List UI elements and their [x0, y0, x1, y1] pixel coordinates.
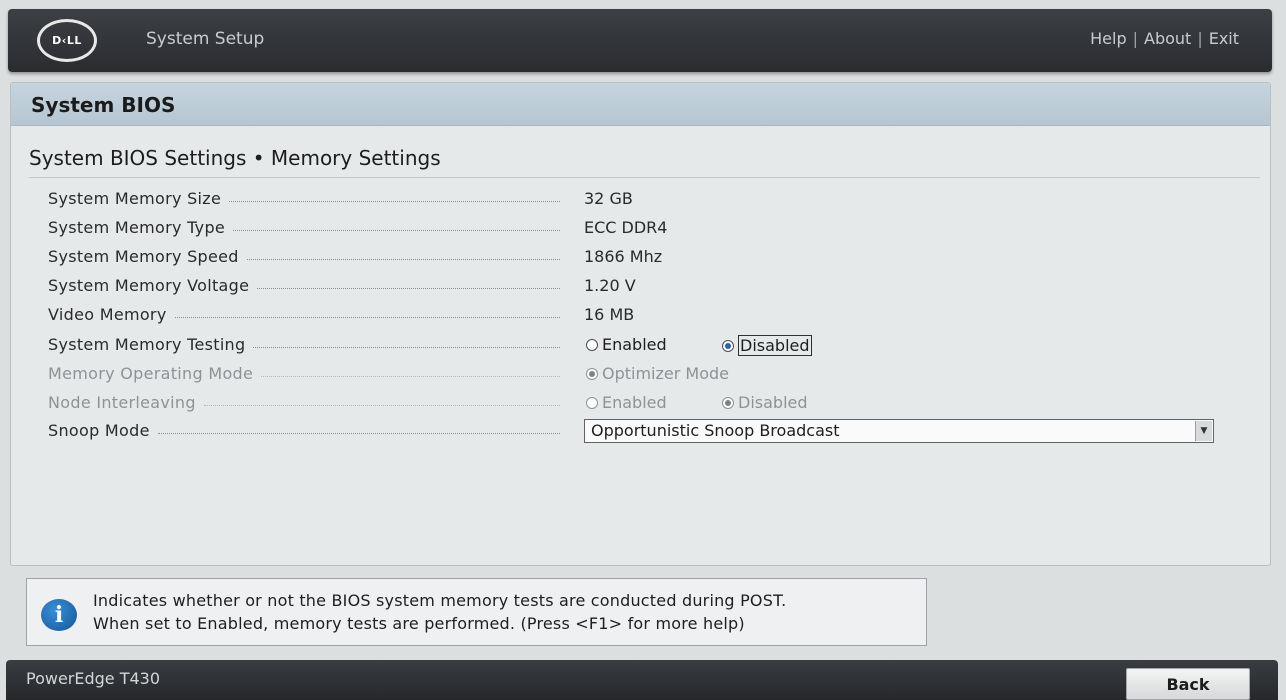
setting-row-memory-type: System Memory Type ECC DDR4: [48, 216, 1228, 242]
setting-row-snoop-mode: Snoop Mode Opportunistic Snoop Broadcast…: [48, 419, 1228, 445]
setting-label: Video Memory: [48, 305, 167, 324]
breadcrumb: System BIOS Settings • Memory Settings: [29, 146, 441, 170]
optimizer-mode-radio: Optimizer Mode: [586, 364, 729, 383]
setting-label: System Memory Testing: [48, 335, 246, 354]
leader-dots: [261, 376, 560, 377]
setting-row-memory-operating-mode: Memory Operating Mode Optimizer Mode: [48, 362, 1228, 388]
dropdown-arrow-icon[interactable]: ▼: [1195, 421, 1212, 441]
setting-row-memory-testing: System Memory Testing Enabled Disabled: [48, 333, 1228, 359]
leader-dots: [246, 259, 560, 260]
setting-label: System Memory Size: [48, 189, 222, 208]
setting-label: System Memory Speed: [48, 247, 239, 266]
setting-row-memory-speed: System Memory Speed 1866 Mhz: [48, 245, 1228, 271]
app-title: System Setup: [146, 29, 265, 49]
radio-unselected-icon: [586, 338, 598, 351]
top-links: Help | About | Exit: [1090, 29, 1239, 48]
exit-link[interactable]: Exit: [1209, 29, 1239, 48]
radio-label: Optimizer Mode: [602, 364, 729, 383]
radio-label: Disabled: [738, 393, 808, 412]
setting-row-memory-voltage: System Memory Voltage 1.20 V: [48, 274, 1228, 300]
setting-label: Snoop Mode: [48, 421, 150, 440]
select-value: Opportunistic Snoop Broadcast: [591, 421, 840, 440]
top-bar: D‹LL System Setup Help | About | Exit: [8, 9, 1272, 72]
setting-value: 1866 Mhz: [584, 247, 663, 266]
node-interleaving-enabled-radio: Enabled: [586, 393, 667, 412]
radio-selected-icon: [722, 339, 734, 352]
info-icon: i: [41, 599, 77, 631]
back-button[interactable]: Back: [1126, 668, 1250, 700]
help-link[interactable]: Help: [1090, 29, 1126, 48]
radio-label: Disabled: [738, 335, 812, 356]
leader-dots: [203, 405, 560, 406]
about-link[interactable]: About: [1144, 29, 1191, 48]
link-separator: |: [1132, 29, 1138, 48]
snoop-mode-select[interactable]: Opportunistic Snoop Broadcast ▼: [584, 419, 1214, 443]
setting-label: System Memory Voltage: [48, 276, 250, 295]
leader-dots: [157, 433, 560, 434]
help-line-1: Indicates whether or not the BIOS system…: [93, 591, 787, 610]
memory-testing-enabled-radio[interactable]: Enabled: [586, 335, 667, 354]
radio-label: Enabled: [602, 335, 667, 354]
leader-dots: [253, 347, 560, 348]
radio-label: Enabled: [602, 393, 667, 412]
setting-label: System Memory Type: [48, 218, 226, 237]
panel-title: System BIOS: [11, 83, 1270, 126]
footer-bar: PowerEdge T430 Back: [6, 660, 1278, 700]
leader-dots: [229, 201, 560, 202]
help-text: Indicates whether or not the BIOS system…: [93, 589, 786, 635]
link-separator: |: [1197, 29, 1203, 48]
setting-value: 1.20 V: [584, 276, 636, 295]
leader-dots: [257, 288, 560, 289]
setting-label: Memory Operating Mode: [48, 364, 254, 383]
setting-value: 16 MB: [584, 305, 635, 324]
setting-row-node-interleaving: Node Interleaving Enabled Disabled: [48, 391, 1228, 417]
leader-dots: [233, 230, 560, 231]
memory-testing-disabled-radio[interactable]: Disabled: [722, 335, 812, 356]
radio-selected-icon: [586, 367, 598, 380]
divider: [29, 177, 1260, 178]
setting-value: ECC DDR4: [584, 218, 668, 237]
dell-logo: D‹LL: [37, 19, 97, 62]
help-box: i Indicates whether or not the BIOS syst…: [26, 578, 927, 646]
setting-label: Node Interleaving: [48, 393, 196, 412]
radio-unselected-icon: [586, 396, 598, 409]
node-interleaving-disabled-radio: Disabled: [722, 393, 808, 412]
setting-row-video-memory: Video Memory 16 MB: [48, 303, 1228, 329]
setting-row-memory-size: System Memory Size 32 GB: [48, 187, 1228, 213]
leader-dots: [174, 317, 560, 318]
setting-value: 32 GB: [584, 189, 633, 208]
settings-panel: System BIOS System BIOS Settings • Memor…: [10, 82, 1271, 566]
help-line-2: When set to Enabled, memory tests are pe…: [93, 614, 745, 633]
system-model: PowerEdge T430: [26, 669, 161, 688]
radio-selected-icon: [722, 396, 734, 409]
